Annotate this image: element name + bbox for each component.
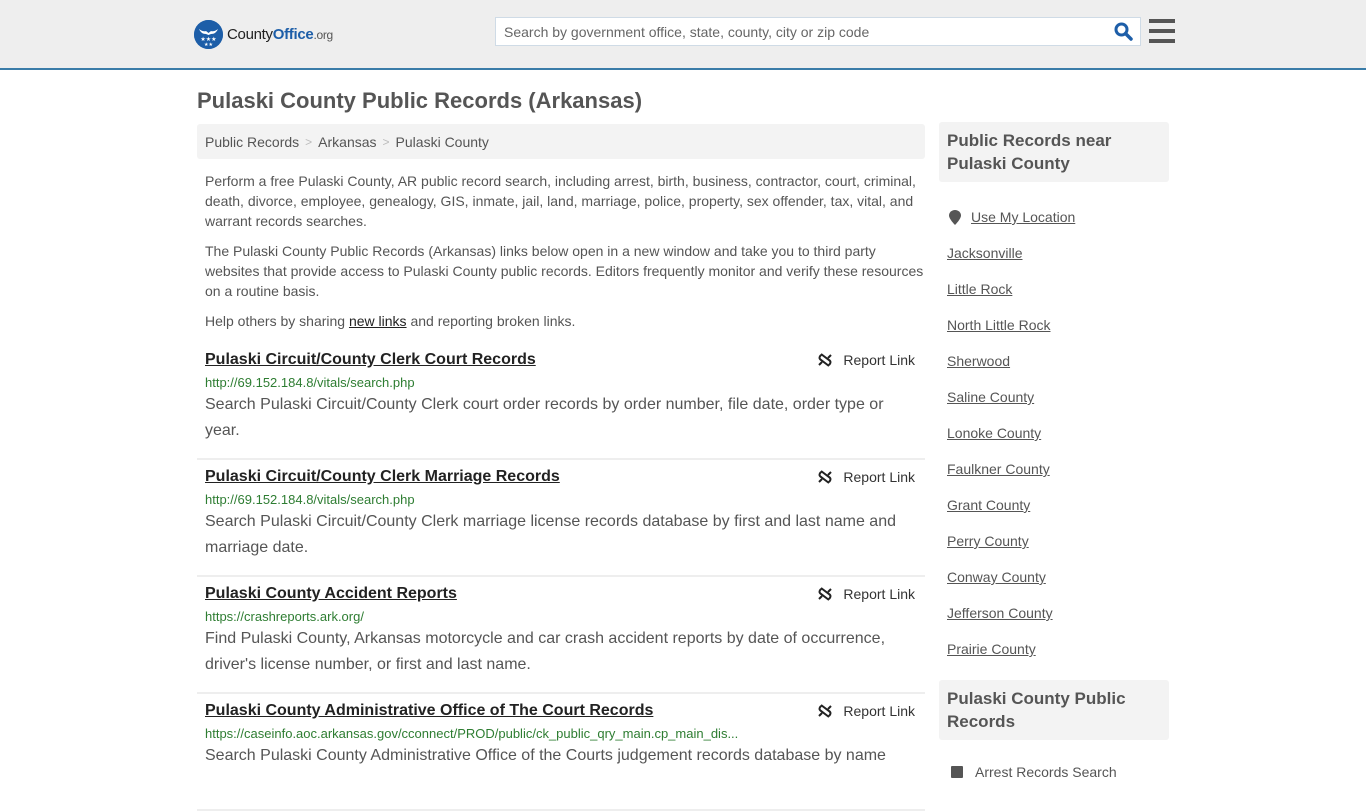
record-title-link[interactable]: Pulaski Circuit/County Clerk Court Recor… xyxy=(205,351,536,369)
intro-text-span: Help others by sharing xyxy=(205,313,349,329)
nearby-item: Lonoke County xyxy=(947,415,1161,451)
site-header: ★★★ ★★ CountyOffice.org xyxy=(0,0,1366,70)
search-input[interactable] xyxy=(496,18,1106,45)
use-my-location-item: Use My Location xyxy=(947,199,1161,235)
nearby-item: Little Rock xyxy=(947,271,1161,307)
intro-text: Perform a free Pulaski County, AR public… xyxy=(205,171,925,341)
county-records-list: Arrest Records Search xyxy=(939,740,1169,798)
nearby-item: Faulkner County xyxy=(947,451,1161,487)
nearby-link-jacksonville[interactable]: Jacksonville xyxy=(947,245,1022,261)
use-my-location-link[interactable]: Use My Location xyxy=(971,209,1075,225)
nearby-link-sherwood[interactable]: Sherwood xyxy=(947,353,1010,369)
report-link-button[interactable]: Report Link xyxy=(817,352,915,368)
record-url: https://crashreports.ark.org/ xyxy=(205,609,364,624)
nearby-item: North Little Rock xyxy=(947,307,1161,343)
county-records-panel: Pulaski County Public Records Arrest Rec… xyxy=(939,680,1169,798)
intro-paragraph: The Pulaski County Public Records (Arkan… xyxy=(205,243,924,299)
report-link-label: Report Link xyxy=(843,469,915,485)
nearby-item: Jefferson County xyxy=(947,595,1161,631)
nearby-item: Saline County xyxy=(947,379,1161,415)
record-description: Search Pulaski County Administrative Off… xyxy=(205,747,886,764)
report-link-button[interactable]: Report Link xyxy=(817,586,915,602)
breadcrumb-pulaski-county[interactable]: Pulaski County xyxy=(396,134,489,150)
nearby-item: Conway County xyxy=(947,559,1161,595)
nearby-link-grant-county[interactable]: Grant County xyxy=(947,497,1030,513)
record-title-link[interactable]: Pulaski County Administrative Office of … xyxy=(205,702,653,720)
arrest-records-search-link[interactable]: Arrest Records Search xyxy=(975,764,1117,780)
report-link-button[interactable]: Report Link xyxy=(817,703,915,719)
logo-text: CountyOffice.org xyxy=(227,26,333,43)
nearby-item: Jacksonville xyxy=(947,235,1161,271)
breadcrumb-separator: > xyxy=(382,134,390,149)
nearby-item: Prairie County xyxy=(947,631,1161,667)
report-link-label: Report Link xyxy=(843,352,915,368)
record-url: http://69.152.184.8/vitals/search.php xyxy=(205,492,415,507)
nearby-link-north-little-rock[interactable]: North Little Rock xyxy=(947,317,1050,333)
page-title: Pulaski County Public Records (Arkansas) xyxy=(197,88,643,113)
record-item: Pulaski County Accident Reports Report L… xyxy=(197,577,925,694)
report-link-button[interactable]: Report Link xyxy=(817,469,915,485)
menu-bar-icon xyxy=(1149,39,1175,43)
broken-link-icon xyxy=(818,587,833,601)
intro-paragraph: Help others by sharing new links and rep… xyxy=(205,311,925,331)
broken-link-icon xyxy=(818,470,833,484)
breadcrumb-public-records[interactable]: Public Records xyxy=(205,134,299,150)
nearby-item: Sherwood xyxy=(947,343,1161,379)
nearby-link-conway-county[interactable]: Conway County xyxy=(947,569,1046,585)
record-url: http://69.152.184.8/vitals/search.php xyxy=(205,375,415,390)
new-links-link[interactable]: new links xyxy=(349,313,407,329)
nearby-link-saline-county[interactable]: Saline County xyxy=(947,389,1034,405)
search-button[interactable] xyxy=(1106,18,1140,45)
nearby-link-prairie-county[interactable]: Prairie County xyxy=(947,641,1036,657)
broken-link-icon xyxy=(818,353,833,367)
nearby-link-little-rock[interactable]: Little Rock xyxy=(947,281,1012,297)
record-item: Pulaski Circuit/County Clerk Court Recor… xyxy=(197,343,925,460)
nearby-item: Grant County xyxy=(947,487,1161,523)
report-link-label: Report Link xyxy=(843,703,915,719)
nearby-records-panel: Public Records near Pulaski County Use M… xyxy=(939,122,1169,675)
report-link-label: Report Link xyxy=(843,586,915,602)
county-records-item: Arrest Records Search xyxy=(947,754,1161,790)
nearby-heading: Public Records near Pulaski County xyxy=(939,122,1169,182)
breadcrumb-arkansas[interactable]: Arkansas xyxy=(318,134,376,150)
broken-link-icon xyxy=(818,704,833,718)
menu-bar-icon xyxy=(1149,19,1175,23)
eagle-logo-icon: ★★★ ★★ xyxy=(194,20,223,49)
record-description: Search Pulaski Circuit/County Clerk marr… xyxy=(205,513,896,556)
map-pin-icon xyxy=(949,209,961,225)
record-item: Pulaski Circuit/County Clerk Marriage Re… xyxy=(197,460,925,577)
nearby-list: Use My Location Jacksonville Little Rock… xyxy=(939,182,1169,675)
record-item: Pulaski County Administrative Office of … xyxy=(197,694,925,811)
record-title-link[interactable]: Pulaski County Accident Reports xyxy=(205,585,457,603)
nearby-link-jefferson-county[interactable]: Jefferson County xyxy=(947,605,1053,621)
record-description: Search Pulaski Circuit/County Clerk cour… xyxy=(205,396,884,439)
search-box xyxy=(495,17,1141,46)
record-title-link[interactable]: Pulaski Circuit/County Clerk Marriage Re… xyxy=(205,468,560,486)
search-icon xyxy=(1114,22,1133,41)
svg-text:★★: ★★ xyxy=(204,42,213,48)
breadcrumb: Public Records > Arkansas > Pulaski Coun… xyxy=(197,124,925,159)
hamburger-menu-button[interactable] xyxy=(1149,19,1175,43)
site-logo[interactable]: ★★★ ★★ CountyOffice.org xyxy=(194,20,333,49)
county-records-heading: Pulaski County Public Records xyxy=(939,680,1169,740)
intro-text-span: and reporting broken links. xyxy=(406,313,576,329)
nearby-item: Perry County xyxy=(947,523,1161,559)
nearby-link-lonoke-county[interactable]: Lonoke County xyxy=(947,425,1041,441)
breadcrumb-separator: > xyxy=(305,134,313,149)
intro-paragraph: Perform a free Pulaski County, AR public… xyxy=(205,173,916,229)
records-list: Pulaski Circuit/County Clerk Court Recor… xyxy=(197,343,925,811)
menu-bar-icon xyxy=(1149,29,1175,33)
nearby-link-faulkner-county[interactable]: Faulkner County xyxy=(947,461,1050,477)
record-url: https://caseinfo.aoc.arkansas.gov/cconne… xyxy=(205,726,739,741)
nearby-link-perry-county[interactable]: Perry County xyxy=(947,533,1029,549)
record-description: Find Pulaski County, Arkansas motorcycle… xyxy=(205,630,886,673)
